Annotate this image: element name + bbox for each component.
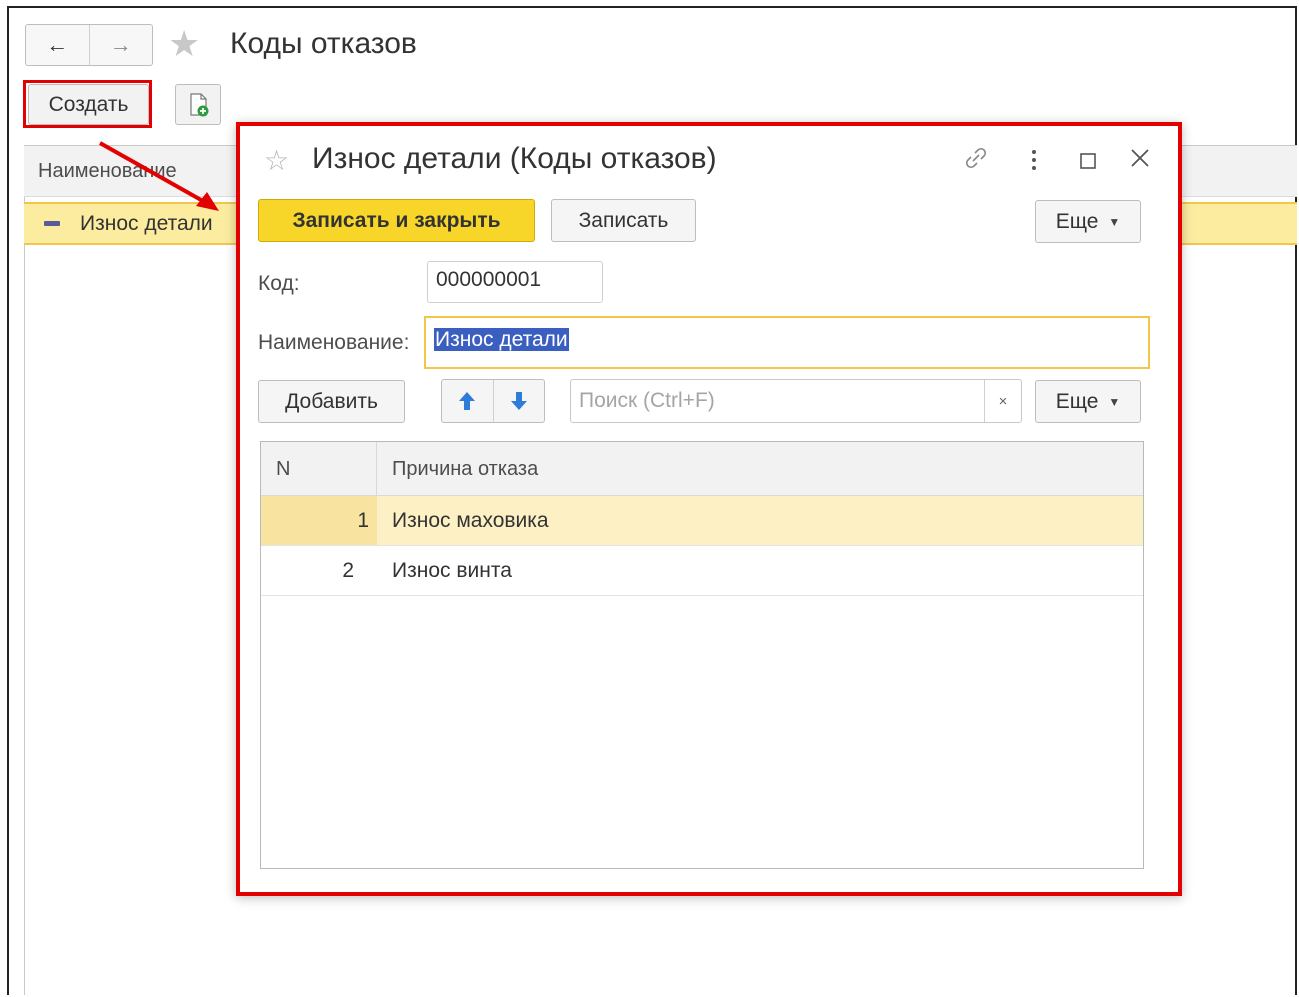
search-placeholder: Поиск (Ctrl+F) [579,389,715,412]
column-reason-header[interactable]: Причина отказа [392,458,538,481]
annotation-arrow [99,141,219,211]
search-input[interactable]: Поиск (Ctrl+F) × [570,379,1022,423]
move-buttons [441,379,545,423]
arrow-down-icon[interactable] [492,380,545,422]
save-button[interactable]: Записать [551,199,696,242]
more-button-table-label: Еще [1055,389,1099,413]
favorite-star-icon[interactable]: ☆ [264,144,289,177]
row-number: 1 [261,496,377,545]
link-icon[interactable] [962,144,990,179]
more-button-table[interactable]: Еще ▼ [1035,380,1141,423]
item-dialog: ☆ Износ детали (Коды отказов) Записать и… [236,122,1182,896]
caret-down-icon: ▼ [1108,214,1121,229]
close-icon[interactable] [1129,147,1151,176]
more-vertical-icon[interactable] [1029,148,1039,179]
code-field[interactable]: 000000001 [427,261,603,303]
name-field[interactable]: Износ детали [424,316,1150,369]
name-label: Наименование: [258,331,410,354]
arrow-up-icon[interactable] [442,380,493,422]
column-separator [376,442,377,495]
row-reason: Износ винта [392,559,512,582]
more-button[interactable]: Еще ▼ [1035,200,1141,243]
add-row-button[interactable]: Добавить [258,380,405,423]
row-reason: Износ маховика [392,509,549,532]
reasons-table: N Причина отказа 1 Износ маховика 2 Изно… [260,441,1144,869]
table-row[interactable]: 2 Износ винта [261,546,1143,596]
maximize-icon[interactable] [1079,149,1097,177]
clear-search-icon[interactable]: × [984,380,1021,422]
code-label: Код: [258,272,300,295]
name-field-value: Износ детали [434,328,569,351]
caret-down-icon: ▼ [1108,394,1121,409]
save-and-close-button[interactable]: Записать и закрыть [258,199,535,242]
table-header: N Причина отказа [261,442,1143,496]
dialog-title: Износ детали (Коды отказов) [312,142,717,175]
more-button-label: Еще [1055,209,1099,233]
table-row[interactable]: 1 Износ маховика [261,496,1143,546]
column-n-header[interactable]: N [276,458,290,481]
row-number: 2 [342,559,354,582]
